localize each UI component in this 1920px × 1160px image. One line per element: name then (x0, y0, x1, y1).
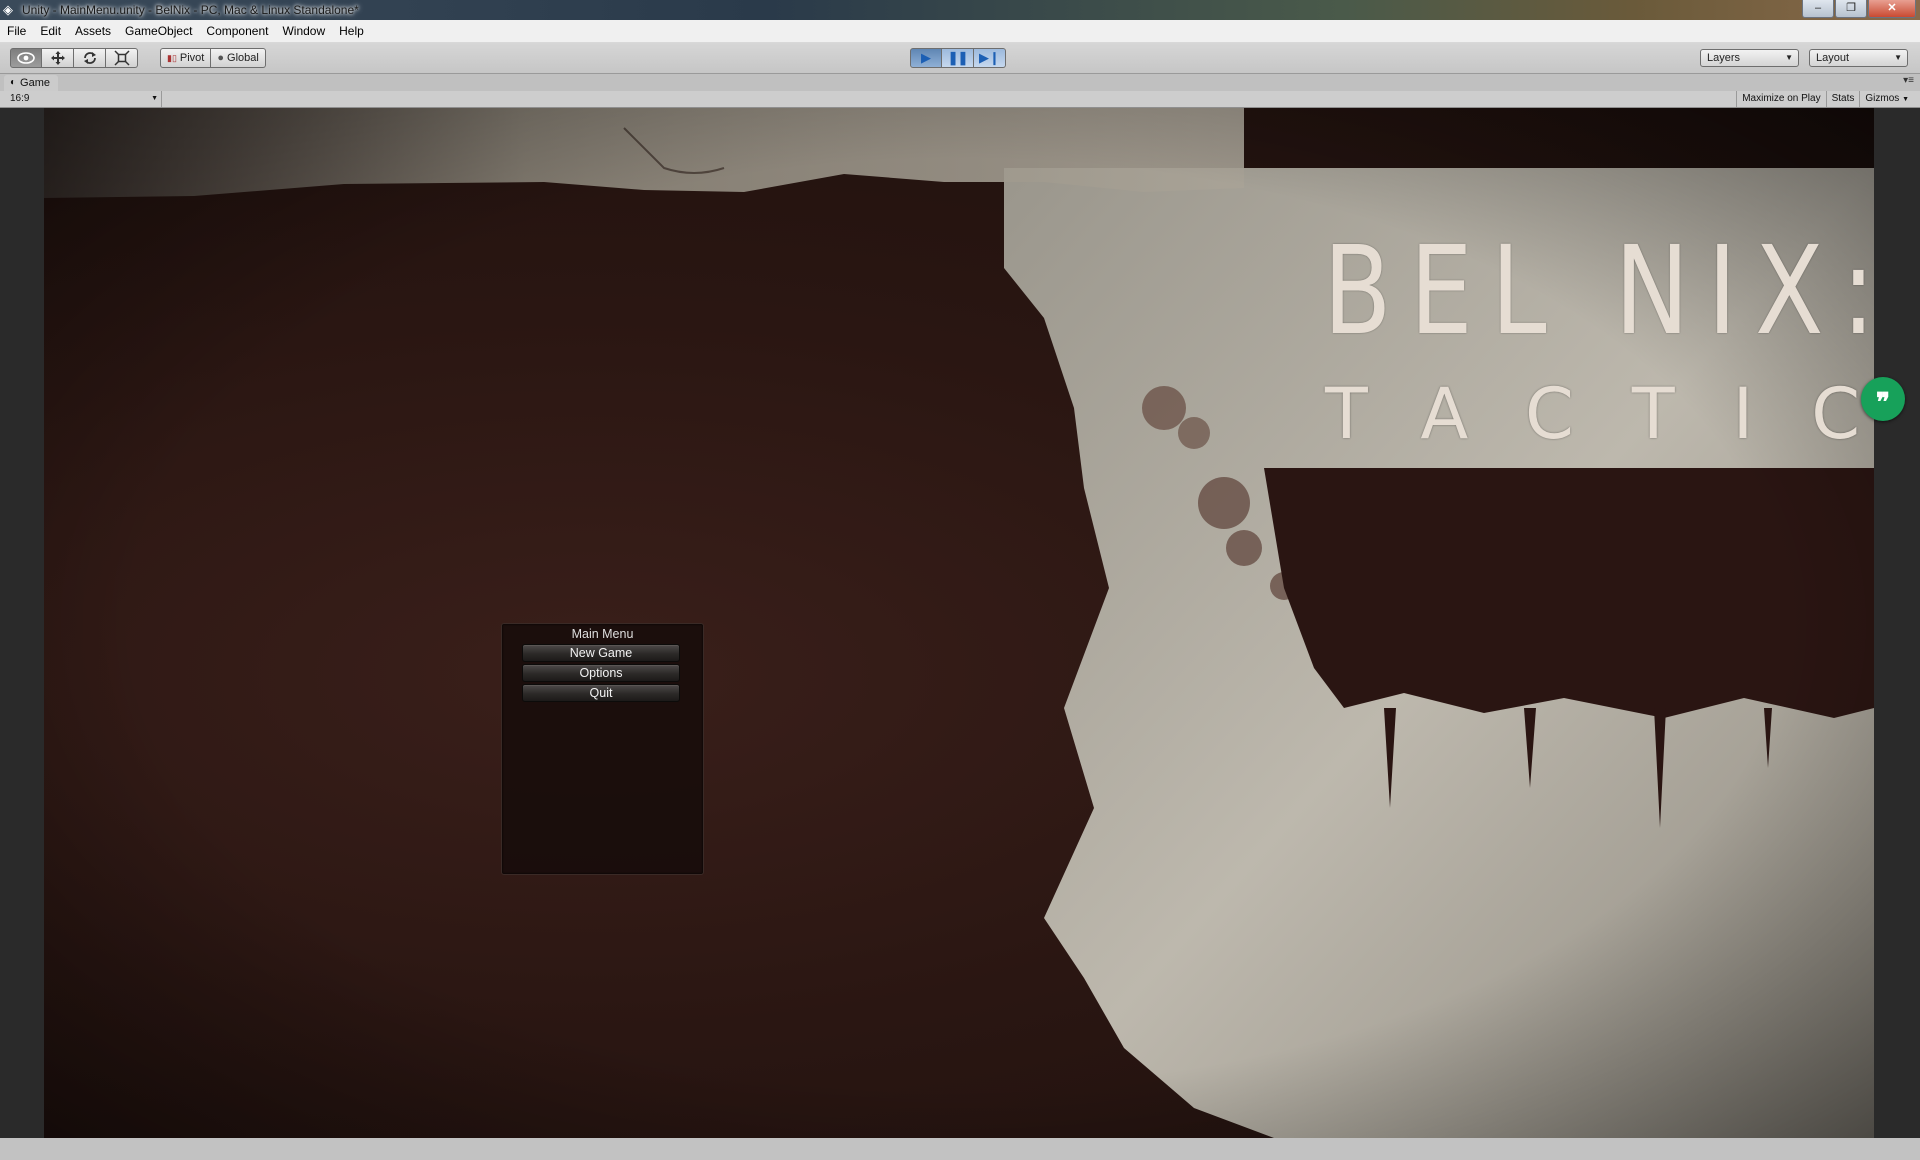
playback-controls: ▶ ❚❚ ▶❙ (910, 48, 1006, 68)
rotate-icon (83, 52, 96, 64)
menu-help[interactable]: Help (332, 20, 371, 42)
transform-tools (10, 48, 138, 68)
chevron-down-icon: ▼ (1785, 53, 1793, 62)
gizmos-label: Gizmos (1865, 93, 1900, 104)
tab-game[interactable]: ◐ Game (4, 75, 59, 91)
minimize-button[interactable]: – (1802, 0, 1834, 18)
menu-edit[interactable]: Edit (33, 20, 68, 42)
chevron-down-icon: ▼ (1902, 96, 1909, 103)
eye-icon (17, 52, 35, 64)
pause-icon: ❚❚ (947, 50, 969, 65)
chat-bubble-quote-icon[interactable]: ❞ (1861, 377, 1905, 421)
layout-label: Layout (1816, 52, 1850, 64)
main-toolbar: ▮▯ Pivot ● Global ▶ ❚❚ ▶❙ Layers ▼ Layou… (0, 43, 1920, 74)
panel-tab-bar: ◐ Game ▾≡ (0, 74, 1920, 91)
game-view-frame: BEL NIX: TACTICS Main Menu New Game Opti… (0, 108, 1920, 1138)
pause-button[interactable]: ❚❚ (942, 48, 974, 68)
options-button[interactable]: Options (522, 664, 680, 682)
window-titlebar: ◈ Unity - MainMenu.unity - BelNix - PC, … (0, 0, 1920, 20)
layers-dropdown[interactable]: Layers ▼ (1700, 49, 1799, 67)
window-title: Unity - MainMenu.unity - BelNix - PC, Ma… (22, 3, 359, 17)
game-viewport: BEL NIX: TACTICS (44, 108, 1874, 1138)
pivot-global-toggle: ▮▯ Pivot ● Global (160, 48, 266, 68)
pivot-button[interactable]: ▮▯ Pivot (160, 48, 212, 68)
global-label: Global (227, 52, 259, 64)
status-bar (0, 1138, 1920, 1160)
rotate-tool-button[interactable] (74, 48, 106, 68)
main-menu-window: Main Menu New Game Options Quit (501, 623, 704, 875)
scale-icon (113, 50, 130, 66)
restore-button[interactable]: ❐ (1835, 0, 1867, 18)
view-tool-button[interactable] (10, 48, 42, 68)
menu-window[interactable]: Window (275, 20, 332, 42)
game-view-toolbar: 16:9 ▼ Maximize on Play Stats Gizmos ▼ (0, 91, 1920, 108)
aspect-ratio-label: 16:9 (10, 93, 30, 104)
menu-component[interactable]: Component (199, 20, 275, 42)
maximize-on-play-toggle[interactable]: Maximize on Play (1736, 91, 1825, 107)
move-arrows-icon (50, 51, 65, 65)
play-button[interactable]: ▶ (910, 48, 942, 68)
unity-app-icon: ◈ (3, 2, 13, 17)
layers-label: Layers (1707, 52, 1741, 64)
window-controls: – ❐ ✕ (1802, 0, 1916, 18)
scale-tool-button[interactable] (106, 48, 138, 68)
layout-dropdown[interactable]: Layout ▼ (1809, 49, 1908, 67)
play-icon: ▶ (921, 50, 931, 65)
move-tool-button[interactable] (42, 48, 74, 68)
quit-button[interactable]: Quit (522, 684, 680, 702)
gizmos-dropdown[interactable]: Gizmos ▼ (1859, 91, 1914, 107)
global-button[interactable]: ● Global (211, 48, 266, 68)
step-icon: ▶❙ (979, 50, 1000, 65)
menu-assets[interactable]: Assets (68, 20, 118, 42)
game-logo-title: BEL NIX: (1323, 220, 1874, 362)
menu-bar: File Edit Assets GameObject Component Wi… (0, 20, 1920, 43)
chevron-down-icon: ▼ (1894, 53, 1902, 62)
tab-game-label: Game (20, 77, 51, 89)
step-button[interactable]: ▶❙ (974, 48, 1006, 68)
menu-gameobject[interactable]: GameObject (118, 20, 199, 42)
globe-icon: ● (217, 52, 225, 64)
new-game-button[interactable]: New Game (522, 644, 680, 662)
game-controller-icon: ◐ (10, 77, 17, 88)
chevron-down-icon: ▼ (151, 95, 158, 102)
panel-options-icon[interactable]: ▾≡ (1903, 75, 1914, 86)
pivot-icon: ▮▯ (167, 52, 177, 63)
game-view-options: Maximize on Play Stats Gizmos ▼ (1736, 91, 1914, 107)
aspect-ratio-dropdown[interactable]: 16:9 ▼ (6, 91, 162, 107)
close-button[interactable]: ✕ (1868, 0, 1916, 18)
stats-toggle[interactable]: Stats (1825, 91, 1860, 107)
pivot-label: Pivot (179, 52, 205, 64)
game-logo-subtitle: TACTICS (1325, 373, 1874, 455)
main-menu-title: Main Menu (571, 627, 634, 641)
menu-file[interactable]: File (0, 20, 33, 42)
